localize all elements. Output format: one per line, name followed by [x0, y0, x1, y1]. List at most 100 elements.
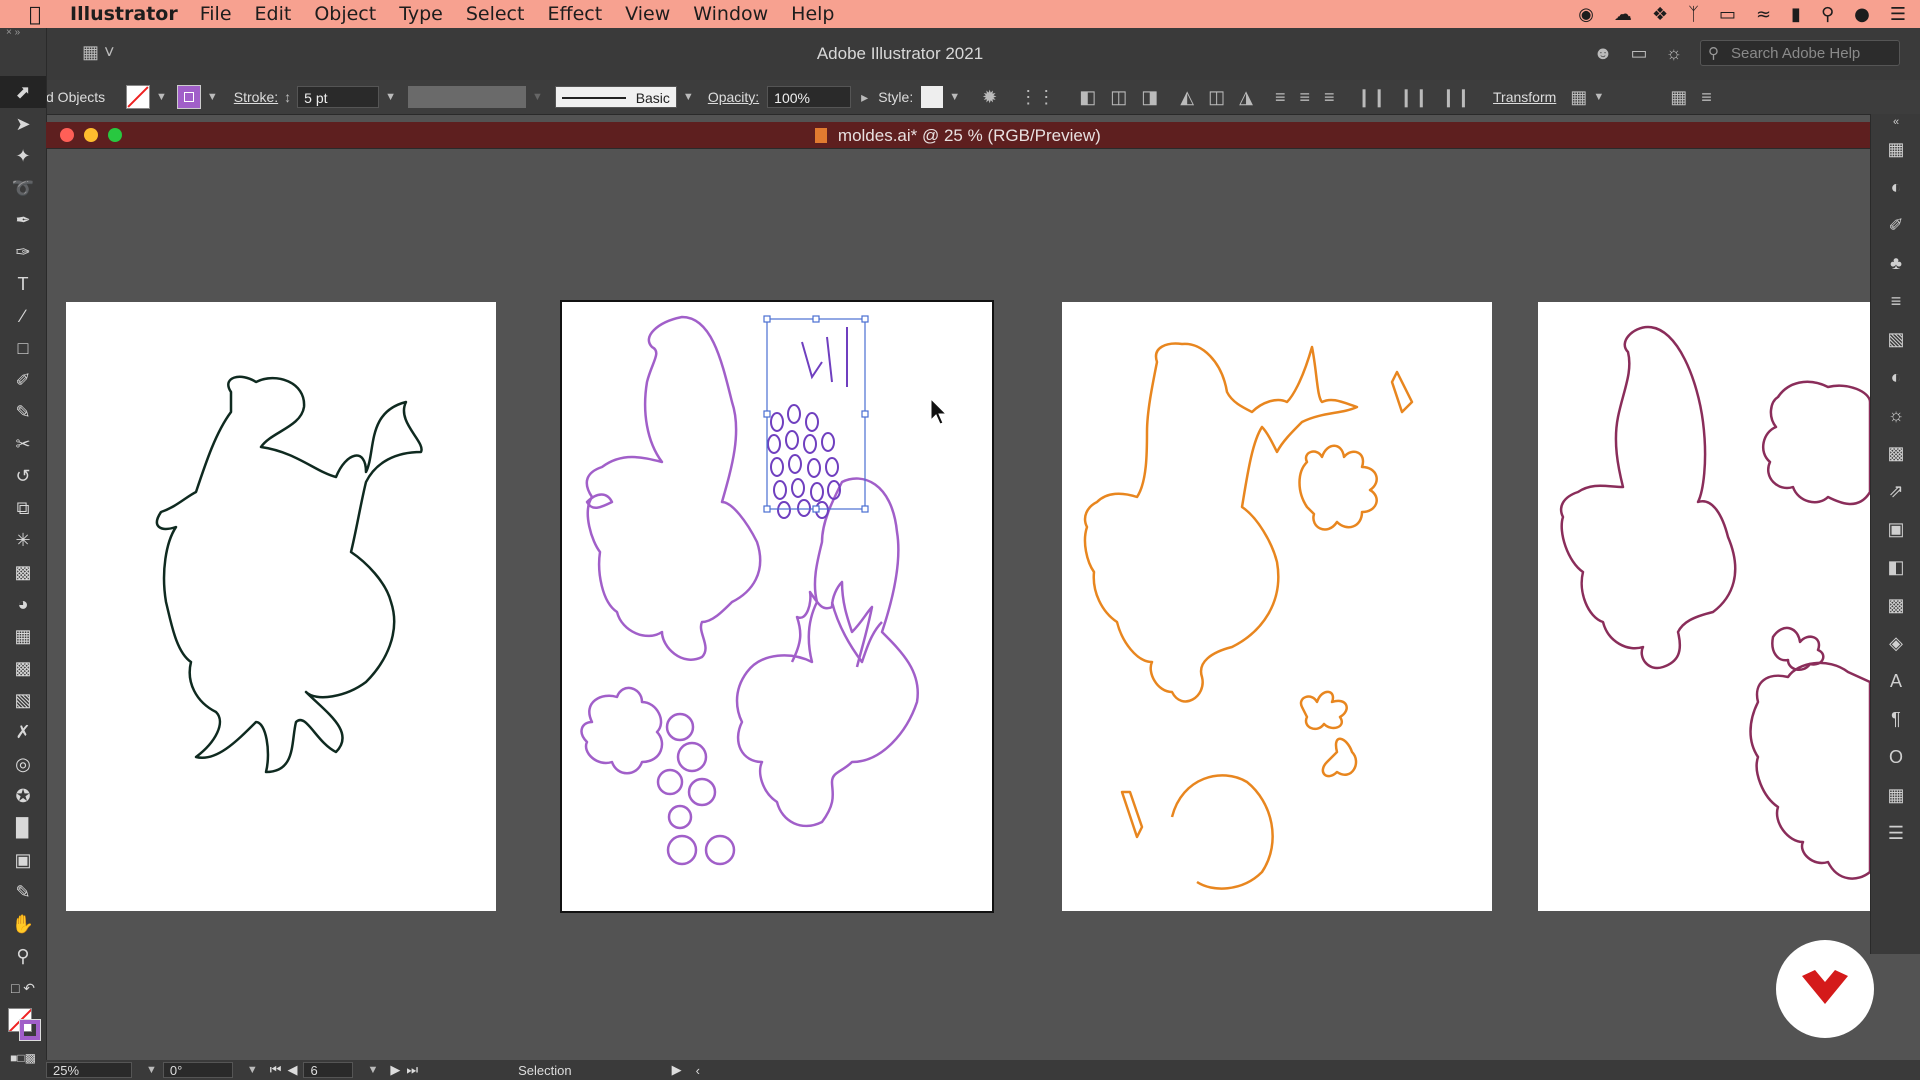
align-left-icon[interactable]: ◧: [1079, 87, 1096, 108]
artboard-tool[interactable]: ▣: [0, 844, 46, 876]
puppet-warp-tool[interactable]: ✳: [0, 524, 46, 556]
wifi-icon[interactable]: ≈: [1756, 4, 1771, 25]
opentype-panel-icon[interactable]: O: [1871, 738, 1920, 776]
stroke-stepper-icon[interactable]: ↕: [284, 89, 291, 105]
lasso-tool[interactable]: ➰: [0, 172, 46, 204]
transform-button[interactable]: Transform: [1493, 89, 1556, 105]
stroke-indicator[interactable]: [19, 1019, 41, 1041]
align-top-icon[interactable]: ◭: [1180, 87, 1194, 108]
align-right-icon[interactable]: ◨: [1141, 87, 1158, 108]
brush-definition[interactable]: Basic: [554, 86, 677, 108]
transform-panel-icon[interactable]: ▩: [1871, 586, 1920, 624]
drawing-modes-icon[interactable]: ■□▩: [0, 1048, 46, 1068]
distribute-top-icon[interactable]: ≡: [1275, 87, 1286, 108]
zoom-level-field[interactable]: 25%: [46, 1062, 132, 1078]
slice-tool[interactable]: ✎: [0, 876, 46, 908]
first-artboard-icon[interactable]: ⏮: [270, 1062, 282, 1078]
menu-object[interactable]: Object: [314, 3, 376, 25]
align-vertical-center-icon[interactable]: ◫: [1208, 87, 1225, 108]
blend-tool[interactable]: ◎: [0, 748, 46, 780]
artboard-1[interactable]: [66, 302, 496, 911]
next-artboard-icon[interactable]: ▶: [390, 1062, 400, 1078]
chevron-down-icon[interactable]: ▼: [1593, 91, 1604, 103]
magic-wand-tool[interactable]: ✦: [0, 140, 46, 172]
export-panel-icon[interactable]: ⇗: [1871, 472, 1920, 510]
brushes-panel-icon[interactable]: ✐: [1871, 206, 1920, 244]
appearance-panel-icon[interactable]: ☼: [1871, 396, 1920, 434]
rotate-tool[interactable]: ↺: [0, 460, 46, 492]
chevron-down-icon[interactable]: ▼: [207, 91, 218, 103]
control-center-icon[interactable]: ☰: [1890, 4, 1906, 25]
status-menu-arrow-icon[interactable]: ▶: [672, 1062, 682, 1078]
chevron-down-icon[interactable]: ▼: [385, 91, 396, 103]
fill-stroke-indicator[interactable]: [0, 1004, 46, 1048]
apple-menu-icon[interactable]: : [0, 2, 70, 26]
menu-effect[interactable]: Effect: [547, 3, 602, 25]
column-graph-tool[interactable]: ▉: [0, 812, 46, 844]
zoom-tool[interactable]: ⚲: [0, 940, 46, 972]
layers-panel-icon[interactable]: ◈: [1871, 624, 1920, 662]
hand-tool[interactable]: ✋: [0, 908, 46, 940]
artboard-number-field[interactable]: 6: [303, 1062, 354, 1078]
rotation-field[interactable]: 0°: [162, 1062, 233, 1078]
siri-icon[interactable]: ●: [1854, 4, 1870, 25]
graphic-styles-panel-icon[interactable]: ▩: [1871, 434, 1920, 472]
artwork-bird-grapes-purple[interactable]: [562, 302, 992, 911]
align-to-selection-icon[interactable]: ⋮⋮: [1019, 87, 1055, 108]
artwork-bird-flowers-orange[interactable]: [1062, 302, 1492, 911]
stroke-swatch[interactable]: [176, 85, 201, 109]
fill-swatch[interactable]: [126, 85, 150, 109]
lightbulb-icon[interactable]: ☼: [1666, 43, 1683, 64]
scroll-left-icon[interactable]: ‹: [696, 1063, 700, 1078]
menu-window[interactable]: Window: [693, 3, 768, 25]
distribute-horizontal-center-icon[interactable]: ❙❙: [1399, 87, 1429, 108]
artboard-3[interactable]: [1062, 302, 1492, 911]
distribute-vertical-center-icon[interactable]: ≡: [1299, 87, 1310, 108]
record-icon[interactable]: ◉: [1578, 4, 1594, 25]
transparency-panel-icon[interactable]: ◐: [1871, 358, 1920, 396]
distribute-bottom-icon[interactable]: ≡: [1324, 87, 1335, 108]
align-panel-icon[interactable]: ◧: [1871, 548, 1920, 586]
stroke-panel-icon[interactable]: ≡: [1871, 282, 1920, 320]
chevron-down-icon[interactable]: ▼: [247, 1064, 258, 1076]
scale-tool[interactable]: ⧉: [0, 492, 46, 524]
symbols-panel-icon[interactable]: ♣: [1871, 244, 1920, 282]
share-user-icon[interactable]: ☻: [1594, 43, 1613, 64]
collapse-dock-icon[interactable]: «: [1871, 114, 1920, 130]
recolor-artwork-icon[interactable]: ✹: [982, 87, 997, 108]
graphic-style-swatch[interactable]: [921, 86, 944, 108]
variable-width-profile[interactable]: [408, 86, 527, 108]
airplay-icon[interactable]: ▭: [1719, 4, 1736, 25]
shaper-tool[interactable]: ✎: [0, 396, 46, 428]
paintbrush-tool[interactable]: ✐: [0, 364, 46, 396]
properties-panel-icon[interactable]: ▦: [1871, 130, 1920, 168]
panel-options-icon[interactable]: ≡: [1701, 87, 1712, 108]
dropbox-icon[interactable]: ❖: [1652, 4, 1668, 25]
perspective-grid-tool[interactable]: ▦: [0, 620, 46, 652]
character-panel-icon[interactable]: A: [1871, 662, 1920, 700]
menu-select[interactable]: Select: [466, 3, 525, 25]
creative-cloud-icon[interactable]: ☁: [1614, 4, 1632, 25]
selection-tool[interactable]: ⬈: [0, 76, 46, 108]
mesh-tool[interactable]: ▩: [0, 652, 46, 684]
pathfinder-panel-icon[interactable]: ▣: [1871, 510, 1920, 548]
menu-help[interactable]: Help: [791, 3, 834, 25]
bluetooth-icon[interactable]: ᛉ: [1688, 4, 1699, 25]
search-help-input[interactable]: ⚲ Search Adobe Help: [1700, 40, 1900, 66]
artwork-bird-pomegranate-green[interactable]: [66, 302, 496, 911]
menu-type[interactable]: Type: [399, 3, 443, 25]
curvature-tool[interactable]: ✑: [0, 236, 46, 268]
arrange-documents-icon[interactable]: ▭: [1630, 43, 1647, 64]
chevron-down-icon[interactable]: ▼: [949, 91, 960, 103]
symbol-sprayer-tool[interactable]: ✪: [0, 780, 46, 812]
opacity-label[interactable]: Opacity:: [708, 89, 759, 105]
collapse-panel-icon[interactable]: × »: [0, 28, 46, 38]
scissors-tool[interactable]: ✂: [0, 428, 46, 460]
align-horizontal-center-icon[interactable]: ◫: [1110, 87, 1127, 108]
chevron-down-icon[interactable]: ▼: [146, 1064, 157, 1076]
gradient-tool[interactable]: ▧: [0, 684, 46, 716]
chevron-down-icon[interactable]: ▼: [367, 1064, 378, 1076]
gradient-panel-icon[interactable]: ▧: [1871, 320, 1920, 358]
rectangle-tool[interactable]: □: [0, 332, 46, 364]
chevron-right-icon[interactable]: ▸: [861, 89, 868, 106]
